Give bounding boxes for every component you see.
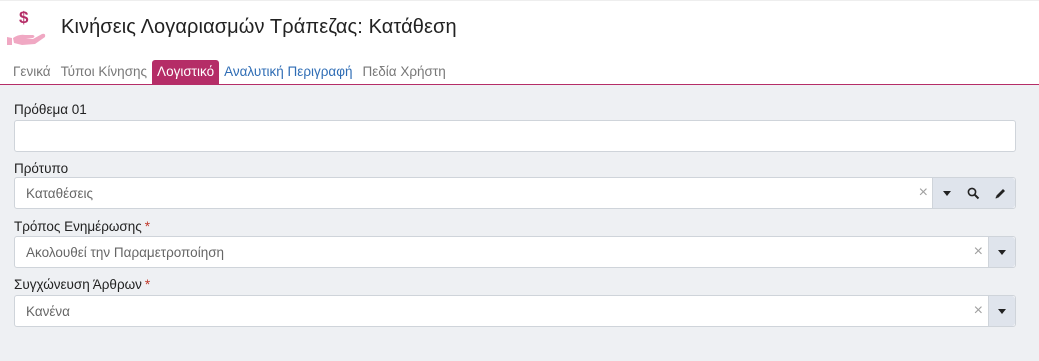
pencil-icon <box>995 188 1005 198</box>
template-search-button[interactable] <box>960 178 987 208</box>
merge-lines-value: Κανένα <box>26 304 70 319</box>
tab-accounting[interactable]: Λογιστικό <box>152 60 220 84</box>
prefix-input[interactable] <box>14 120 1016 152</box>
template-select[interactable]: Καταθέσεις × <box>14 177 1016 209</box>
template-value: Καταθέσεις <box>26 186 93 201</box>
update-mode-label: Τρόπος Ενημέρωσης * <box>14 219 150 234</box>
chevron-down-icon <box>998 308 1006 314</box>
merge-lines-label: Συγχώνευση Άρθρων * <box>14 277 150 292</box>
update-mode-label-text: Τρόπος Ενημέρωσης <box>14 219 142 234</box>
tab-user-fields[interactable]: Πεδία Χρήστη <box>358 60 451 84</box>
required-marker: * <box>144 219 151 234</box>
update-mode-button-group <box>988 237 1015 267</box>
tab-detailed-description[interactable]: Αναλυτική Περιγραφή <box>219 60 357 84</box>
chevron-down-icon <box>998 249 1006 255</box>
template-edit-button[interactable] <box>987 178 1014 208</box>
update-mode-value: Ακολουθεί την Παραμετροποίηση <box>26 245 225 260</box>
money-hand-icon: $ <box>7 8 46 45</box>
template-label: Πρότυπο <box>14 161 69 176</box>
update-mode-select[interactable]: Ακολουθεί την Παραμετροποίηση × <box>14 236 1016 268</box>
tab-movement-types[interactable]: Τύποι Κίνησης <box>56 60 152 84</box>
tab-bar: Γενικά Τύποι Κίνησης Λογιστικό Αναλυτική… <box>8 60 451 85</box>
chevron-down-icon <box>942 190 951 196</box>
merge-lines-clear-icon[interactable]: × <box>974 302 983 320</box>
template-button-group <box>932 178 1015 208</box>
svg-text:$: $ <box>19 8 29 27</box>
page-title: Κινήσεις Λογαριασμών Τράπεζας: Κατάθεση <box>61 16 457 38</box>
form-panel: Πρόθεμα 01 Πρότυπο Καταθέσεις × Τρόπος Ε… <box>0 85 1039 361</box>
update-mode-clear-icon[interactable]: × <box>974 243 983 261</box>
merge-lines-button-group <box>988 296 1015 326</box>
merge-lines-select[interactable]: Κανένα × <box>14 295 1016 327</box>
template-clear-icon[interactable]: × <box>919 184 928 202</box>
tab-general[interactable]: Γενικά <box>8 60 56 84</box>
page-header: $ Κινήσεις Λογαριασμών Τράπεζας: Κατάθεσ… <box>0 0 1039 58</box>
search-icon <box>967 187 980 199</box>
merge-lines-dropdown-button[interactable] <box>989 296 1015 326</box>
merge-lines-label-text: Συγχώνευση Άρθρων <box>14 277 142 292</box>
required-marker: * <box>144 277 151 292</box>
update-mode-dropdown-button[interactable] <box>989 237 1015 267</box>
template-dropdown-button[interactable] <box>933 178 960 208</box>
prefix-label: Πρόθεμα 01 <box>14 102 87 117</box>
